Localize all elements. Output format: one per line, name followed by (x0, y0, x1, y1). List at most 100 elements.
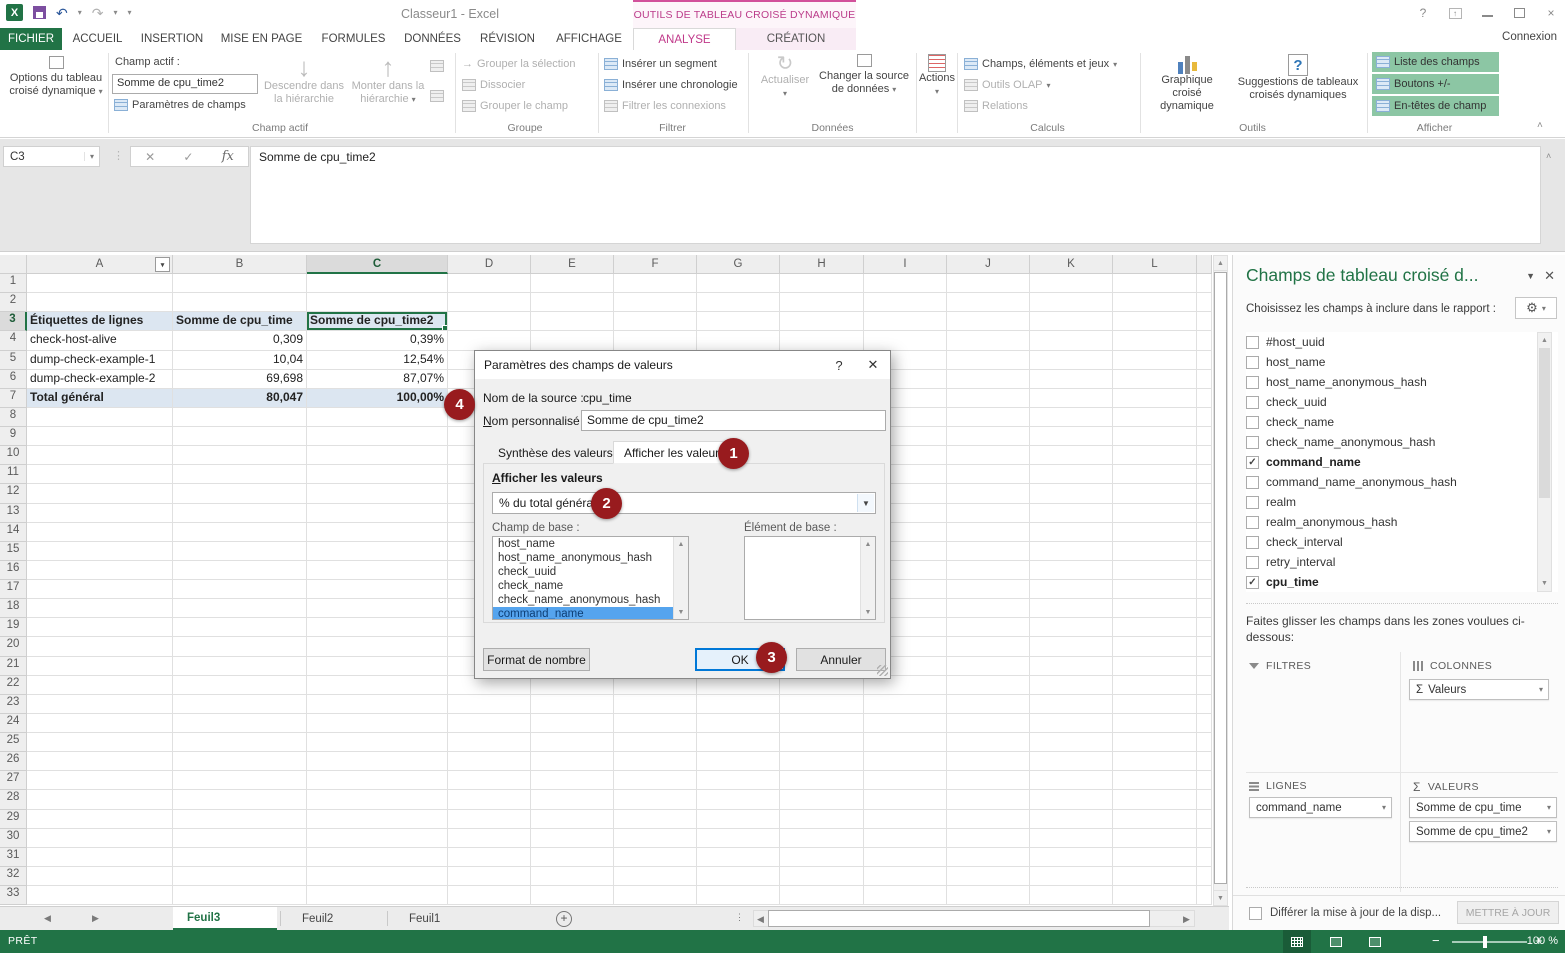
tab-fichier[interactable]: FICHIER (0, 28, 62, 50)
cell[interactable] (1030, 599, 1113, 618)
field-settings-button[interactable]: Paramètres de champs (114, 99, 246, 111)
cell[interactable] (1030, 637, 1113, 656)
cell[interactable]: Étiquettes de lignes▾ (27, 312, 173, 331)
cell[interactable] (697, 331, 780, 350)
cell[interactable] (173, 657, 307, 676)
cell[interactable] (531, 771, 614, 790)
field-item[interactable]: realm (1246, 492, 1558, 512)
row-header-22[interactable]: 22 (0, 676, 27, 695)
column-header-G[interactable]: G (697, 255, 780, 274)
tab-accueil[interactable]: ACCUEIL (62, 28, 133, 50)
cell[interactable] (697, 714, 780, 733)
cell[interactable] (864, 886, 947, 905)
field-checkbox[interactable] (1246, 536, 1259, 549)
cell[interactable]: 0,39% (307, 331, 448, 350)
cell[interactable] (448, 790, 531, 809)
cell[interactable] (1113, 676, 1197, 695)
cell[interactable] (1030, 389, 1113, 408)
cell[interactable] (27, 886, 173, 905)
cell[interactable] (27, 427, 173, 446)
field-item[interactable]: retry_interval (1246, 552, 1558, 572)
cell[interactable] (1030, 351, 1113, 370)
cell[interactable] (307, 427, 448, 446)
cell[interactable] (1113, 542, 1197, 561)
cell[interactable] (173, 274, 307, 293)
field-checkbox[interactable] (1246, 496, 1259, 509)
cell[interactable] (947, 790, 1030, 809)
row-header-30[interactable]: 30 (0, 829, 27, 848)
field-item[interactable]: command_name_anonymous_hash (1246, 472, 1558, 492)
cell[interactable] (307, 848, 448, 867)
cell[interactable] (947, 676, 1030, 695)
cell[interactable] (448, 867, 531, 886)
cell[interactable] (614, 886, 697, 905)
name-box[interactable]: C3 ▾ (3, 146, 100, 167)
cell[interactable] (1030, 886, 1113, 905)
cell[interactable] (864, 790, 947, 809)
tabbar-divider[interactable]: ⋮ (735, 912, 744, 923)
customize-qat-icon[interactable]: ▾ (128, 8, 132, 17)
field-checkbox[interactable] (1246, 336, 1259, 349)
chip-dropdown-icon[interactable]: ▾ (1539, 685, 1548, 694)
cell[interactable] (864, 733, 947, 752)
row-header-24[interactable]: 24 (0, 714, 27, 733)
tab-analyse[interactable]: ANALYSE (633, 28, 736, 50)
new-sheet-icon[interactable]: + (556, 911, 572, 927)
cell[interactable] (27, 408, 173, 427)
row-header-31[interactable]: 31 (0, 848, 27, 867)
collapse-formula-bar-icon[interactable]: ˄ (1546, 151, 1551, 161)
cell[interactable] (307, 867, 448, 886)
cell[interactable]: 69,698 (173, 370, 307, 389)
base-item-listbox[interactable]: ▲ ▼ (744, 536, 876, 620)
cell[interactable] (947, 733, 1030, 752)
cell[interactable] (307, 829, 448, 848)
cell[interactable] (614, 848, 697, 867)
cell[interactable] (1030, 465, 1113, 484)
name-box-dropdown-icon[interactable]: ▾ (84, 152, 99, 161)
insert-slicer-button[interactable]: Insérer un segment (604, 58, 717, 70)
pivot-chart-button[interactable]: Graphique croisé dynamique (1146, 54, 1228, 113)
cell[interactable]: 0,309 (173, 331, 307, 350)
cell[interactable] (947, 504, 1030, 523)
cell[interactable] (780, 293, 864, 312)
field-item[interactable]: check_name_anonymous_hash (1246, 432, 1558, 452)
cell[interactable] (1113, 427, 1197, 446)
tab-cr-ation[interactable]: CRÉATION (736, 28, 856, 50)
cell[interactable] (1113, 331, 1197, 350)
cell[interactable] (864, 312, 947, 331)
insert-function-icon[interactable]: fx (222, 149, 234, 164)
redo-icon[interactable]: ↷ (92, 6, 104, 20)
cell[interactable] (173, 695, 307, 714)
save-icon[interactable] (33, 6, 46, 19)
cell[interactable] (27, 523, 173, 542)
field-checkbox[interactable] (1246, 396, 1259, 409)
cell[interactable] (947, 389, 1030, 408)
column-header-C[interactable]: C (307, 255, 448, 274)
horizontal-scrollbar-thumb[interactable] (768, 910, 1150, 927)
cell[interactable] (307, 733, 448, 752)
show-values-as-combobox[interactable]: % du total général ▼ (492, 492, 876, 514)
chip-dropdown-icon[interactable]: ▾ (1382, 803, 1391, 812)
pane-close-icon[interactable]: ✕ (1544, 268, 1555, 284)
defer-checkbox[interactable] (1249, 907, 1262, 920)
tab-r-vision[interactable]: RÉVISION (470, 28, 545, 50)
cell[interactable] (307, 790, 448, 809)
cell[interactable] (1113, 312, 1197, 331)
scroll-down-icon[interactable]: ▼ (1213, 890, 1228, 906)
cell[interactable] (27, 504, 173, 523)
field-item[interactable]: realm_anonymous_hash (1246, 512, 1558, 532)
sheet-nav-right-icon[interactable]: ▶ (92, 913, 99, 924)
cell[interactable] (448, 331, 531, 350)
redo-dropdown-icon[interactable]: ▾ (113, 8, 117, 17)
base-field-item[interactable]: check_name (493, 579, 688, 593)
cell[interactable] (1113, 504, 1197, 523)
cell[interactable] (780, 752, 864, 771)
cell[interactable] (947, 599, 1030, 618)
column-header-D[interactable]: D (448, 255, 531, 274)
cell[interactable] (448, 848, 531, 867)
cell[interactable] (1030, 771, 1113, 790)
row-header-5[interactable]: 5 (0, 351, 27, 370)
cell[interactable] (947, 714, 1030, 733)
cell[interactable] (307, 408, 448, 427)
cell[interactable] (1030, 312, 1113, 331)
